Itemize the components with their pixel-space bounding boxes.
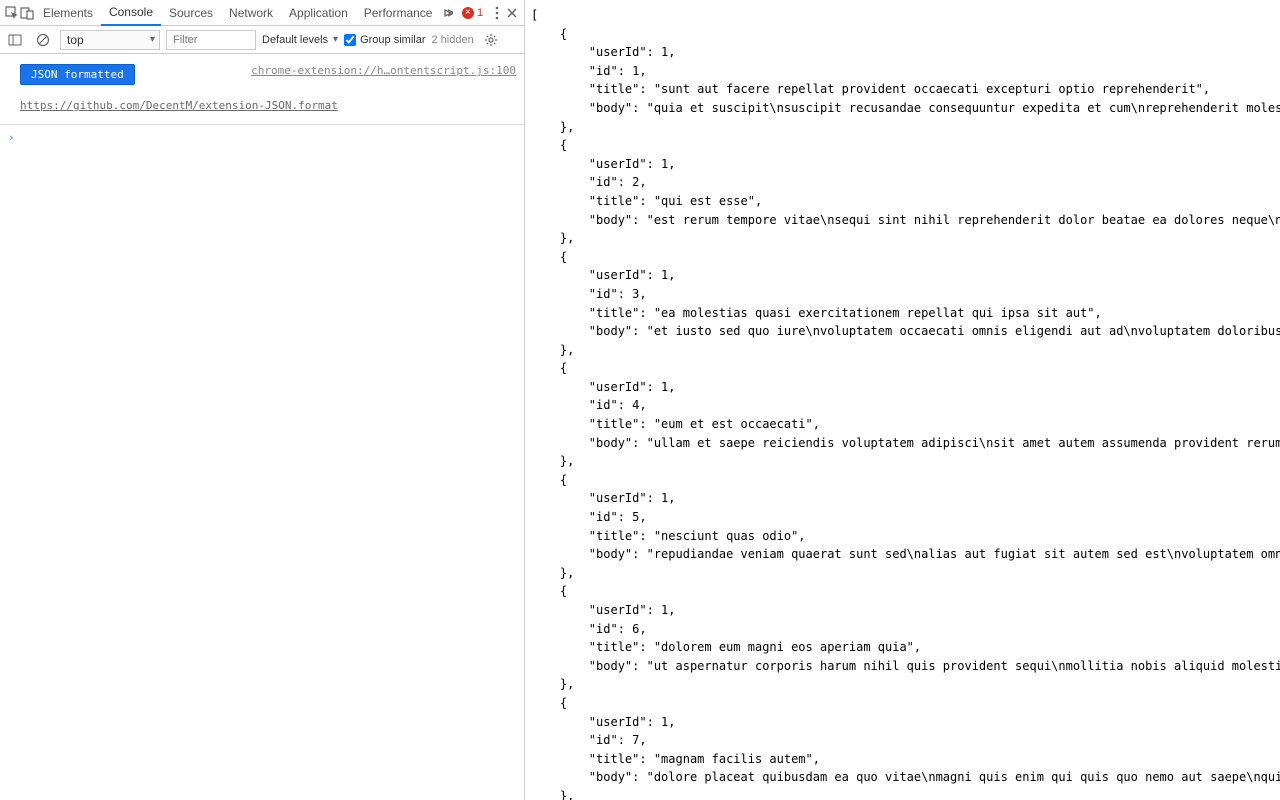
group-similar-checkbox[interactable]: Group similar (344, 34, 425, 46)
context-select[interactable]: top (60, 30, 160, 50)
console-messages: JSON formatted chrome-extension://h…onte… (0, 54, 524, 800)
tab-console[interactable]: Console (101, 0, 161, 26)
inspect-icon[interactable] (4, 3, 19, 23)
context-value: top (67, 33, 84, 47)
toggle-sidebar-icon[interactable] (4, 29, 26, 51)
group-similar-label: Group similar (360, 34, 425, 46)
json-content-pane: [ { "userId": 1, "id": 1, "title": "sunt… (525, 0, 1280, 800)
devtools-panel: Elements Console Sources Network Applica… (0, 0, 525, 800)
tab-performance[interactable]: Performance (356, 0, 441, 26)
kebab-menu-icon[interactable] (489, 3, 504, 23)
tab-elements[interactable]: Elements (35, 0, 101, 26)
settings-gear-icon[interactable] (480, 29, 502, 51)
repo-link[interactable]: https://github.com/DecentM/extension-JSO… (20, 99, 524, 112)
console-log-line: JSON formatted chrome-extension://h…onte… (0, 62, 524, 87)
console-prompt[interactable]: › (0, 125, 524, 150)
log-levels-select[interactable]: Default levels (262, 34, 338, 46)
group-similar-input[interactable] (344, 34, 356, 46)
error-count: 1 (477, 7, 483, 19)
error-icon (462, 7, 474, 19)
console-toolbar: top Default levels Group similar 2 hidde… (0, 26, 524, 54)
devtools-tabs: Elements Console Sources Network Applica… (0, 0, 524, 26)
tab-application[interactable]: Application (281, 0, 356, 26)
close-icon[interactable] (505, 3, 520, 23)
filter-input[interactable] (166, 30, 256, 50)
clear-console-icon[interactable] (32, 29, 54, 51)
json-formatted-button[interactable]: JSON formatted (20, 64, 135, 85)
device-toggle-icon[interactable] (19, 3, 34, 23)
tab-network[interactable]: Network (221, 0, 281, 26)
more-tabs-icon[interactable] (440, 3, 455, 23)
tab-sources[interactable]: Sources (161, 0, 221, 26)
error-badge[interactable]: 1 (456, 7, 489, 19)
hidden-count[interactable]: 2 hidden (431, 34, 473, 46)
source-link[interactable]: chrome-extension://h…ontentscript.js:100 (251, 64, 516, 77)
